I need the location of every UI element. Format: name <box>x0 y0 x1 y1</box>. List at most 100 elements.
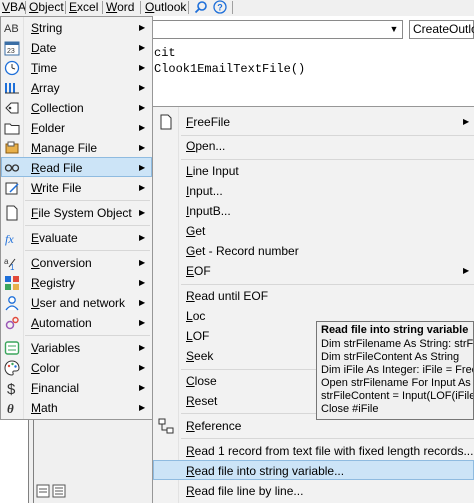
collection-icon <box>5 102 19 114</box>
submenu-arrow-icon: ▶ <box>139 298 146 307</box>
menu-separator <box>25 250 150 251</box>
svg-text:a: a <box>4 257 9 266</box>
submenu-item-get-record-number[interactable]: Get - Record number <box>153 241 474 261</box>
code-preview-tooltip: Read file into string variable Dim strFi… <box>316 321 474 420</box>
tooltip-line: Open strFilename For Input As # <box>321 377 474 389</box>
submenu-arrow-icon: ▶ <box>139 183 146 192</box>
submenu-arrow-icon: ▶ <box>139 318 146 327</box>
submenu-arrow-icon: ▶ <box>139 343 146 352</box>
menu-item-automation[interactable]: Automation ▶ <box>1 313 152 333</box>
submenu-arrow-icon: ▶ <box>139 403 146 412</box>
submenu-arrow-icon: ▶ <box>139 63 146 72</box>
menu-item-variables[interactable]: Variables ▶ <box>1 338 152 358</box>
submenu-item-inputb[interactable]: InputB... <box>153 201 474 221</box>
menu-bar: VBA Object Excel Word Outlook ? <box>0 0 474 17</box>
divider <box>28 412 29 503</box>
menu-item-date[interactable]: 23 Date ▶ <box>1 38 152 58</box>
submenu-arrow-icon: ▶ <box>139 103 146 112</box>
menu-item-write-file[interactable]: Write File ▶ <box>1 178 152 198</box>
submenu-item-line-input[interactable]: Line Input <box>153 161 474 181</box>
submenu-item-open[interactable]: Open... <box>153 136 474 156</box>
clock-icon <box>4 60 20 76</box>
submenu-item-read-until-eof[interactable]: Read until EOF <box>153 286 474 306</box>
submenu-item-freefile[interactable]: FreeFile ▶ <box>153 112 474 132</box>
menu-item-string[interactable]: AB String ▶ <box>1 18 152 38</box>
menu-separator <box>25 200 150 201</box>
user-icon <box>5 296 19 311</box>
help-icon[interactable]: ? <box>213 0 227 14</box>
write-file-icon <box>5 182 19 195</box>
svg-text:?: ? <box>217 3 223 13</box>
menu-item-math[interactable]: θ Math ▶ <box>1 398 152 418</box>
text-ab-icon: AB <box>4 23 19 35</box>
tooltip-title: Read file into string variable <box>321 324 469 336</box>
chevron-down-icon[interactable]: ▼ <box>386 21 402 38</box>
module-view-icon[interactable] <box>52 484 66 498</box>
menu-separator <box>25 225 150 226</box>
code-line: Clook1EmailTextFile() <box>154 62 306 76</box>
menu-item-color[interactable]: Color ▶ <box>1 358 152 378</box>
registry-icon <box>5 276 19 290</box>
palette-icon <box>4 360 20 376</box>
tooltip-line: strFileContent = Input(LOF(iFile) <box>321 390 474 402</box>
submenu-arrow-icon: ▶ <box>139 83 146 92</box>
svg-text:AB: AB <box>4 23 19 35</box>
procedure-view-icon[interactable] <box>36 484 50 498</box>
menu-excel[interactable]: Excel <box>67 0 100 15</box>
tooltip-line: Close #iFile <box>321 403 379 415</box>
menu-item-evaluate[interactable]: fx Evaluate ▶ <box>1 228 152 248</box>
menu-item-conversion[interactable]: a1 Conversion ▶ <box>1 253 152 273</box>
menu-item-array[interactable]: Array ▶ <box>1 78 152 98</box>
menu-item-time[interactable]: Time ▶ <box>1 58 152 78</box>
submenu-arrow-icon: ▶ <box>139 143 146 152</box>
menubar-separator <box>102 1 103 14</box>
manage-file-icon <box>5 141 19 154</box>
glasses-icon <box>4 164 20 172</box>
menu-item-read-file[interactable]: Read File ▶ <box>1 157 152 177</box>
menu-item-registry[interactable]: Registry ▶ <box>1 273 152 293</box>
submenu-item-read-fixed-length[interactable]: Read 1 record from text file with fixed … <box>153 441 474 461</box>
tooltip-line: Dim strFilename As String: strFil <box>321 338 474 350</box>
menu-item-folder[interactable]: Folder ▶ <box>1 118 152 138</box>
object-combo[interactable]: ▼ <box>152 20 403 39</box>
menubar-separator <box>140 1 141 14</box>
search-icon[interactable] <box>194 0 208 14</box>
menubar-separator <box>232 1 233 14</box>
menu-item-file-system-object[interactable]: File System Object ▶ <box>1 203 152 223</box>
submenu-item-eof[interactable]: EOF ▶ <box>153 261 474 281</box>
svg-text:fx: fx <box>5 232 14 246</box>
menu-outlook[interactable]: Outlook <box>143 0 188 15</box>
code-line: cit <box>154 46 176 60</box>
menu-separator <box>181 159 474 160</box>
menu-item-user-and-network[interactable]: User and network ▶ <box>1 293 152 313</box>
submenu-item-input[interactable]: Input... <box>153 181 474 201</box>
automation-icon <box>5 316 19 330</box>
array-icon <box>5 83 19 94</box>
tooltip-line: Dim strFileContent As String <box>321 351 460 363</box>
procedure-combo[interactable]: CreateOutlo <box>409 20 474 39</box>
conversion-icon: a1 <box>4 257 16 271</box>
submenu-arrow-icon: ▶ <box>139 163 146 172</box>
document-icon <box>6 205 18 221</box>
dollar-icon: $ <box>7 381 16 396</box>
menu-item-financial[interactable]: $ Financial ▶ <box>1 378 152 398</box>
submenu-arrow-icon: ▶ <box>139 123 146 132</box>
variables-icon <box>4 341 20 355</box>
procedure-combo-value: CreateOutlo <box>413 22 474 36</box>
document-icon <box>160 114 172 130</box>
submenu-item-read-into-string[interactable]: Read file into string variable... <box>153 460 474 480</box>
menubar-separator <box>65 1 66 14</box>
menu-vba[interactable]: VBA <box>0 0 28 15</box>
reference-icon <box>158 418 174 434</box>
submenu-item-get[interactable]: Get <box>153 221 474 241</box>
menu-separator <box>181 438 474 439</box>
menu-word[interactable]: Word <box>104 0 136 15</box>
object-menu: AB String ▶ 23 Date ▶ Time ▶ Array ▶ Col… <box>0 16 153 420</box>
calendar-icon: 23 <box>4 41 20 56</box>
menu-separator <box>25 335 150 336</box>
menu-item-collection[interactable]: Collection ▶ <box>1 98 152 118</box>
submenu-item-read-line-by-line[interactable]: Read file line by line... <box>153 481 474 501</box>
theta-icon: θ <box>7 401 14 416</box>
menu-object[interactable]: Object <box>27 0 66 15</box>
menu-item-manage-file[interactable]: Manage File ▶ <box>1 138 152 158</box>
